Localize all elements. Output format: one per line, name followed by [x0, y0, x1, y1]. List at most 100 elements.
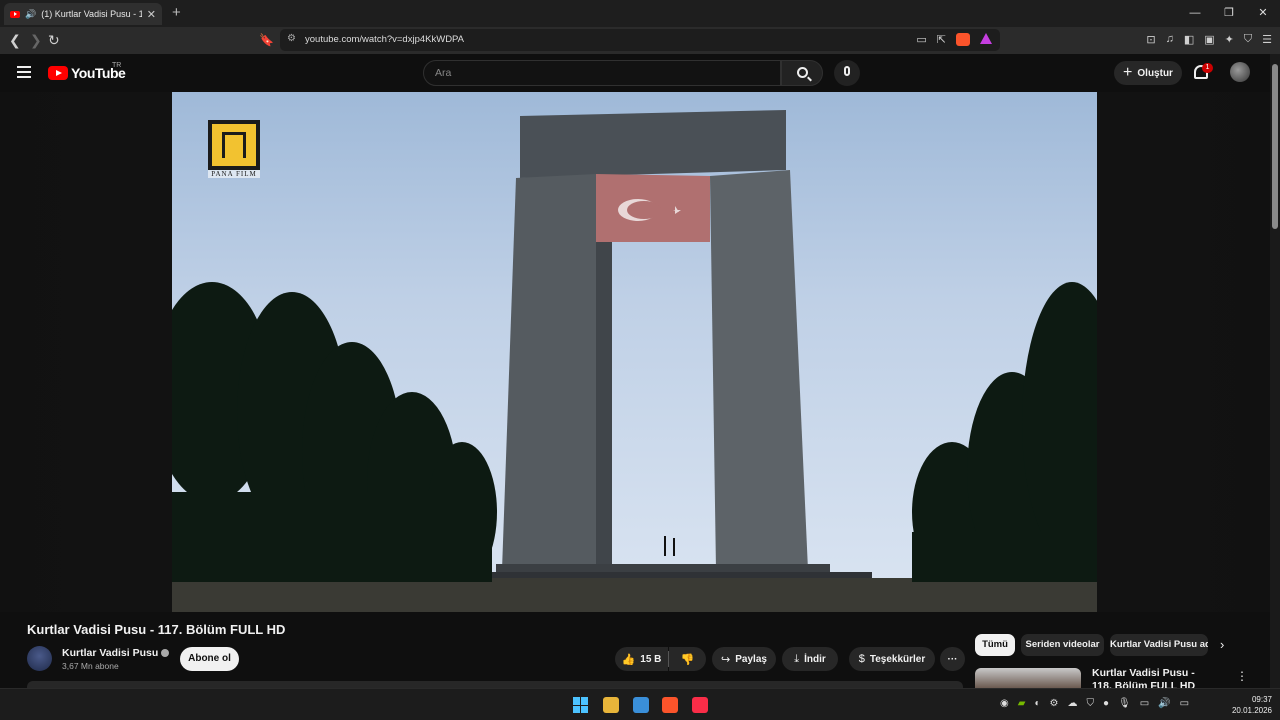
file-explorer-icon[interactable]	[603, 697, 619, 713]
related-thumbnail[interactable]	[975, 668, 1081, 688]
thanks-label: Teşekkürler	[869, 653, 926, 665]
search-button[interactable]	[781, 60, 823, 86]
music-icon[interactable]: ♫	[1166, 33, 1174, 46]
windows-taskbar: ◉ ▰ ◐ ⚙ ☁ ⛉ ● 🎙 ▭ 🔊 ▭ 09:37 20.01.2026	[0, 688, 1280, 720]
browser-tab-active[interactable]: 🔊 (1) Kurtlar Vadisi Pusu - 117. B ✕	[4, 3, 162, 25]
pana-film-text: PANA FILM	[208, 170, 260, 178]
search-input[interactable]: Ara	[423, 60, 781, 86]
thumbs-down-icon: 👎	[680, 653, 695, 666]
tray-network-icon[interactable]: ▭	[1140, 698, 1149, 709]
leo-ai-icon[interactable]: ✦	[1225, 33, 1234, 46]
verified-badge-icon	[161, 649, 170, 658]
country-code: TR	[112, 62, 122, 69]
tray-defender-icon[interactable]: ●	[1103, 698, 1109, 709]
tray-settings-icon[interactable]: ⚙	[1049, 698, 1058, 709]
brave-rewards-icon[interactable]	[980, 33, 992, 44]
browser-toolbar: ❮ ❯ ↻ 🔖 ⚙ youtube.com/watch?v=dxjp4KkWDP…	[0, 27, 1280, 54]
youtube-favicon-icon	[10, 10, 20, 18]
voice-search-button[interactable]	[834, 60, 860, 86]
window-controls: — ❐ ✕	[1178, 0, 1280, 27]
music-app-icon[interactable]	[692, 697, 708, 713]
minimize-button[interactable]: —	[1178, 0, 1212, 27]
extension-icons: ⊡ ♫ ◧ ▣ ✦ ⛉ ☰	[1146, 33, 1272, 46]
menu-icon[interactable]: ☰	[1262, 33, 1272, 46]
cast-icon[interactable]: ▭	[916, 33, 926, 46]
sidebar-icon[interactable]: ◧	[1184, 33, 1194, 46]
search-placeholder: Ara	[435, 67, 452, 79]
chevron-right-icon[interactable]: ›	[1220, 637, 1224, 652]
close-tab-icon[interactable]: ✕	[147, 8, 156, 21]
guide-menu-icon[interactable]	[17, 66, 31, 81]
pana-film-logo: PANA FILM	[208, 120, 260, 180]
share-icon: ↪	[721, 653, 731, 666]
tray-shield-icon[interactable]: ⛉	[1086, 698, 1094, 709]
more-actions-button[interactable]: ···	[940, 647, 965, 671]
close-window-button[interactable]: ✕	[1246, 0, 1280, 27]
download-label: İndir	[804, 653, 826, 665]
tray-steam-icon[interactable]: ◉	[1000, 698, 1009, 709]
channel-avatar[interactable]	[27, 646, 52, 671]
forward-button[interactable]: ❯	[30, 31, 42, 49]
share-button[interactable]: ↪ Paylaş	[712, 647, 776, 671]
create-button[interactable]: + Oluştur	[1114, 61, 1182, 85]
photos-icon[interactable]	[633, 697, 649, 713]
system-tray: ◉ ▰ ◐ ⚙ ☁ ⛉ ● 🎙 ▭ 🔊 ▭	[1000, 698, 1189, 709]
pana-film-mark-icon	[208, 120, 260, 170]
microphone-icon	[844, 66, 850, 76]
thanks-button[interactable]: $ Teşekkürler	[849, 647, 935, 671]
browser-tabstrip: 🔊 (1) Kurtlar Vadisi Pusu - 117. B ✕ + —…	[0, 0, 1280, 27]
create-label: Oluştur	[1137, 67, 1173, 79]
audio-playing-icon[interactable]: 🔊	[25, 9, 36, 20]
tray-cloud-icon[interactable]: ☁	[1067, 698, 1077, 709]
related-menu-icon[interactable]: ⋮	[1236, 669, 1248, 683]
tray-nvidia-icon[interactable]: ▰	[1018, 698, 1026, 709]
youtube-masthead: YouTube TR Ara + Oluştur 1	[0, 54, 1270, 92]
search-icon	[797, 67, 808, 78]
tray-volume-icon[interactable]: 🔊	[1158, 698, 1170, 709]
tray-app-icon[interactable]: ◐	[1034, 698, 1040, 709]
start-icon[interactable]	[573, 697, 589, 713]
chip-all[interactable]: Tümü	[975, 634, 1015, 656]
like-button[interactable]: 👍 15 B	[615, 647, 668, 671]
vpn-icon[interactable]: ⛉	[1244, 33, 1252, 46]
thumbs-up-icon: 👍	[621, 653, 636, 666]
back-button[interactable]: ❮	[9, 31, 21, 49]
site-info-icon[interactable]: ⚙	[287, 33, 296, 44]
youtube-play-icon	[48, 66, 68, 80]
maximize-button[interactable]: ❐	[1212, 0, 1246, 27]
subscriber-count: 3,67 Mn abone	[62, 661, 119, 671]
tray-battery-icon[interactable]: ▭	[1180, 698, 1189, 709]
description-box[interactable]	[27, 681, 963, 688]
chip-channel[interactable]: Kurtlar Vadisi Pusu ad	[1110, 634, 1208, 656]
dislike-button[interactable]: 👎	[669, 647, 706, 671]
tray-mic-icon[interactable]: 🎙	[1118, 698, 1131, 709]
wallet-icon[interactable]: ▣	[1204, 33, 1214, 46]
bookmark-icon[interactable]: 🔖	[259, 31, 274, 49]
video-title: Kurtlar Vadisi Pusu - 117. Bölüm FULL HD	[27, 622, 286, 637]
scrollbar-thumb[interactable]	[1272, 64, 1278, 229]
related-video-title[interactable]: Kurtlar Vadisi Pusu - 118. Bölüm FULL HD	[1092, 667, 1210, 688]
super-thanks-icon: $	[858, 653, 865, 665]
reload-button[interactable]: ↻	[48, 31, 60, 49]
channel-name-text: Kurtlar Vadisi Pusu	[62, 647, 159, 659]
share-page-icon[interactable]: ⇱	[937, 33, 946, 46]
screenshot-icon[interactable]: ⊡	[1146, 33, 1155, 46]
video-player[interactable]: PANA FILM	[172, 92, 1097, 612]
like-count: 15 B	[640, 653, 662, 665]
page-scrollbar[interactable]	[1270, 54, 1280, 688]
channel-name[interactable]: Kurtlar Vadisi Pusu	[62, 647, 170, 659]
notification-count-badge: 1	[1202, 63, 1213, 73]
subscribe-button[interactable]: Abone ol	[180, 647, 239, 671]
brave-shields-icon[interactable]	[956, 33, 970, 46]
brave-browser-icon[interactable]	[662, 697, 678, 713]
download-button[interactable]: ⤓ İndir	[782, 647, 838, 671]
new-tab-button[interactable]: +	[172, 4, 181, 21]
taskbar-clock[interactable]: 09:37 20.01.2026	[1228, 694, 1272, 716]
video-frame-monument	[172, 110, 1097, 612]
url-text: youtube.com/watch?v=dxjp4KkWDPA	[305, 34, 465, 45]
chip-series[interactable]: Seriden videolar	[1021, 634, 1104, 656]
clock-date: 20.01.2026	[1231, 706, 1272, 715]
account-avatar[interactable]	[1230, 62, 1250, 82]
address-bar[interactable]: ⚙ youtube.com/watch?v=dxjp4KkWDPA ▭ ⇱	[280, 29, 1000, 51]
tab-title: (1) Kurtlar Vadisi Pusu - 117. B	[41, 9, 142, 19]
